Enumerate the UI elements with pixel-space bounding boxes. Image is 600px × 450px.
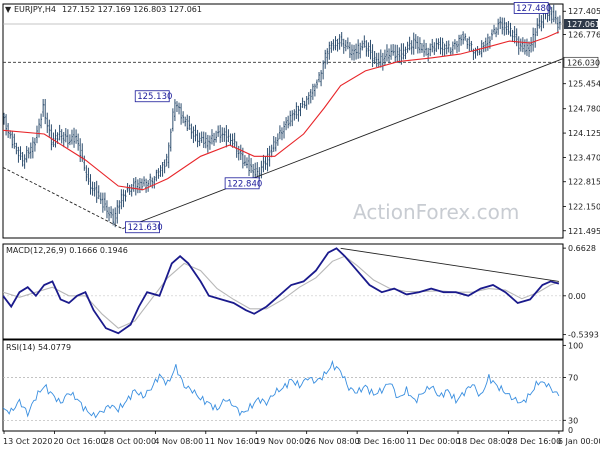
price-label-125.130: 125.130 xyxy=(137,92,172,102)
x-axis-date-label: 13 Oct 2020 xyxy=(3,437,52,446)
x-axis-date-label: 18 Dec 08:00 xyxy=(457,437,511,446)
symbol-dropdown-icon[interactable]: ▼ xyxy=(5,5,12,14)
rsi-axis-label: 100 xyxy=(568,341,583,350)
ohlc-values: 127.152 127.169 126.803 127.061 xyxy=(62,5,202,14)
price-axis-label: 124.780 xyxy=(568,105,600,114)
price-axis-label: 127.405 xyxy=(568,7,600,16)
price-axis-label: 125.454 xyxy=(568,80,600,89)
price-label-121.630: 121.630 xyxy=(127,223,162,233)
x-axis-date-label: 3 Dec 16:00 xyxy=(356,437,405,446)
x-axis-date-label: 26 Nov 08:00 xyxy=(306,437,360,446)
price-axis-label: 121.495 xyxy=(568,227,600,236)
price-axis-label: 124.125 xyxy=(568,129,600,138)
x-axis-date-label: 11 Dec 00:00 xyxy=(407,437,461,446)
x-axis-date-label: 20 Oct 16:00 xyxy=(53,437,105,446)
macd-axis-label: -0.5393 xyxy=(568,331,599,340)
price-axis-label: 122.150 xyxy=(568,202,600,211)
eurjpy-chart: ActionForex.com 127.405 126.776 125.454 124… xyxy=(2,2,600,446)
symbol-label: EURJPY,H4 xyxy=(14,5,56,14)
price-axis-label: 123.470 xyxy=(568,153,600,162)
rsi-axis-label: 0 xyxy=(568,426,573,435)
current-price-label: 127.061 xyxy=(567,20,600,29)
rsi-indicator-label: RSI(14) 54.0779 xyxy=(6,343,71,352)
macd-indicator-label: MACD(12,26,9) 0.1666 0.1946 xyxy=(6,246,128,255)
support-price-label: 126.030 xyxy=(567,58,600,67)
x-axis-date-label: 11 Nov 16:00 xyxy=(205,437,259,446)
rsi-axis-label: 30 xyxy=(568,416,578,425)
price-axis-label: 126.776 xyxy=(568,31,600,40)
x-axis-date-label: 4 Nov 08:00 xyxy=(154,437,203,446)
watermark: ActionForex.com xyxy=(353,200,519,224)
macd-axis-label: 0.6628 xyxy=(568,244,596,253)
macd-axis-label: 0.00 xyxy=(568,292,586,301)
x-axis-date-label: 6 Jan 00:00 xyxy=(558,437,600,446)
x-axis-date-label: 19 Nov 00:00 xyxy=(255,437,309,446)
rsi-panel-frame xyxy=(2,339,564,432)
price-label-122.840: 122.840 xyxy=(227,179,262,189)
chart-root: ActionForex.com 127.405 126.776 125.454 124… xyxy=(0,0,600,450)
x-axis-date-label: 28 Dec 16:00 xyxy=(507,437,561,446)
x-axis-date-label: 28 Oct 00:00 xyxy=(104,437,156,446)
price-label-127.480: 127.480 xyxy=(516,4,551,14)
rsi-axis-label: 70 xyxy=(568,373,578,382)
price-axis-label: 122.815 xyxy=(568,178,600,187)
